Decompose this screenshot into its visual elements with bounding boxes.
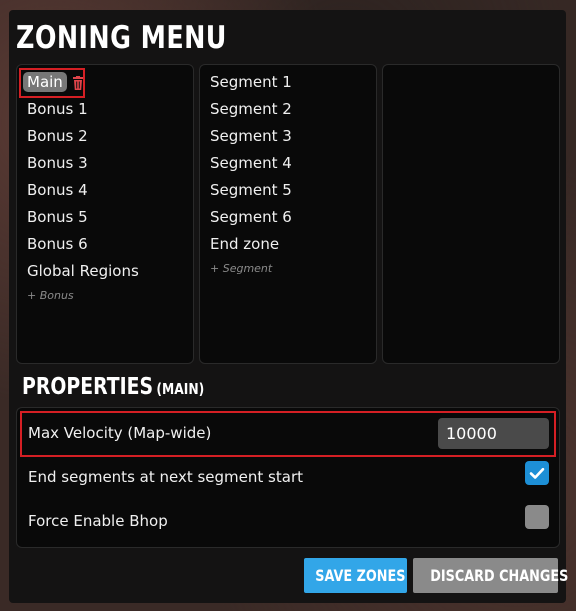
save-zones-label: SAVE ZONES (315, 566, 406, 585)
track-item-bonus-5[interactable]: Bonus 5 (27, 207, 88, 227)
properties-heading: PROPERTIES (MAIN) (22, 374, 204, 400)
track-item-bonus-3[interactable]: Bonus 3 (27, 153, 88, 173)
discard-changes-button[interactable]: DISCARD CHANGES (413, 558, 568, 593)
segment-item-6[interactable]: Segment 6 (210, 207, 292, 227)
discard-changes-label: DISCARD CHANGES (430, 566, 569, 585)
zone-list-empty (382, 64, 560, 364)
end-segments-label: End segments at next segment start (28, 468, 303, 486)
segment-item-4[interactable]: Segment 4 (210, 153, 292, 173)
segment-item-3[interactable]: Segment 3 (210, 126, 292, 146)
add-segment-link[interactable]: + Segment (210, 262, 272, 275)
track-item-bonus-6[interactable]: Bonus 6 (27, 234, 88, 254)
properties-context: (MAIN) (156, 380, 205, 398)
force-bhop-label: Force Enable Bhop (28, 512, 168, 530)
tracks-list: Main Bonus 1 Bonus 2 Bonus 3 Bonus 4 Bon… (16, 64, 194, 364)
save-zones-button[interactable]: SAVE ZONES (304, 558, 407, 593)
properties-title: PROPERTIES (22, 374, 154, 400)
track-item-bonus-1[interactable]: Bonus 1 (27, 99, 88, 119)
segment-item-end-zone[interactable]: End zone (210, 234, 279, 254)
checkmark-icon (529, 467, 545, 479)
segments-list: Segment 1 Segment 2 Segment 3 Segment 4 … (199, 64, 377, 364)
track-item-bonus-2[interactable]: Bonus 2 (27, 126, 88, 146)
track-item-main[interactable]: Main (23, 72, 67, 92)
segment-item-1[interactable]: Segment 1 (210, 72, 292, 92)
trash-icon[interactable] (72, 76, 84, 90)
max-velocity-label: Max Velocity (Map-wide) (28, 424, 212, 442)
end-segments-checkbox[interactable] (525, 461, 549, 485)
segment-item-2[interactable]: Segment 2 (210, 99, 292, 119)
add-bonus-link[interactable]: + Bonus (27, 289, 74, 302)
properties-box: Max Velocity (Map-wide) End segments at … (16, 407, 560, 548)
segment-item-5[interactable]: Segment 5 (210, 180, 292, 200)
track-item-bonus-4[interactable]: Bonus 4 (27, 180, 88, 200)
track-item-global-regions[interactable]: Global Regions (27, 261, 139, 281)
force-bhop-checkbox[interactable] (525, 505, 549, 529)
page-title: ZONING MENU (16, 20, 227, 56)
max-velocity-input[interactable] (438, 418, 549, 449)
zoning-menu-panel: ZONING MENU Main Bonus 1 Bonus 2 Bonus 3… (9, 10, 568, 603)
